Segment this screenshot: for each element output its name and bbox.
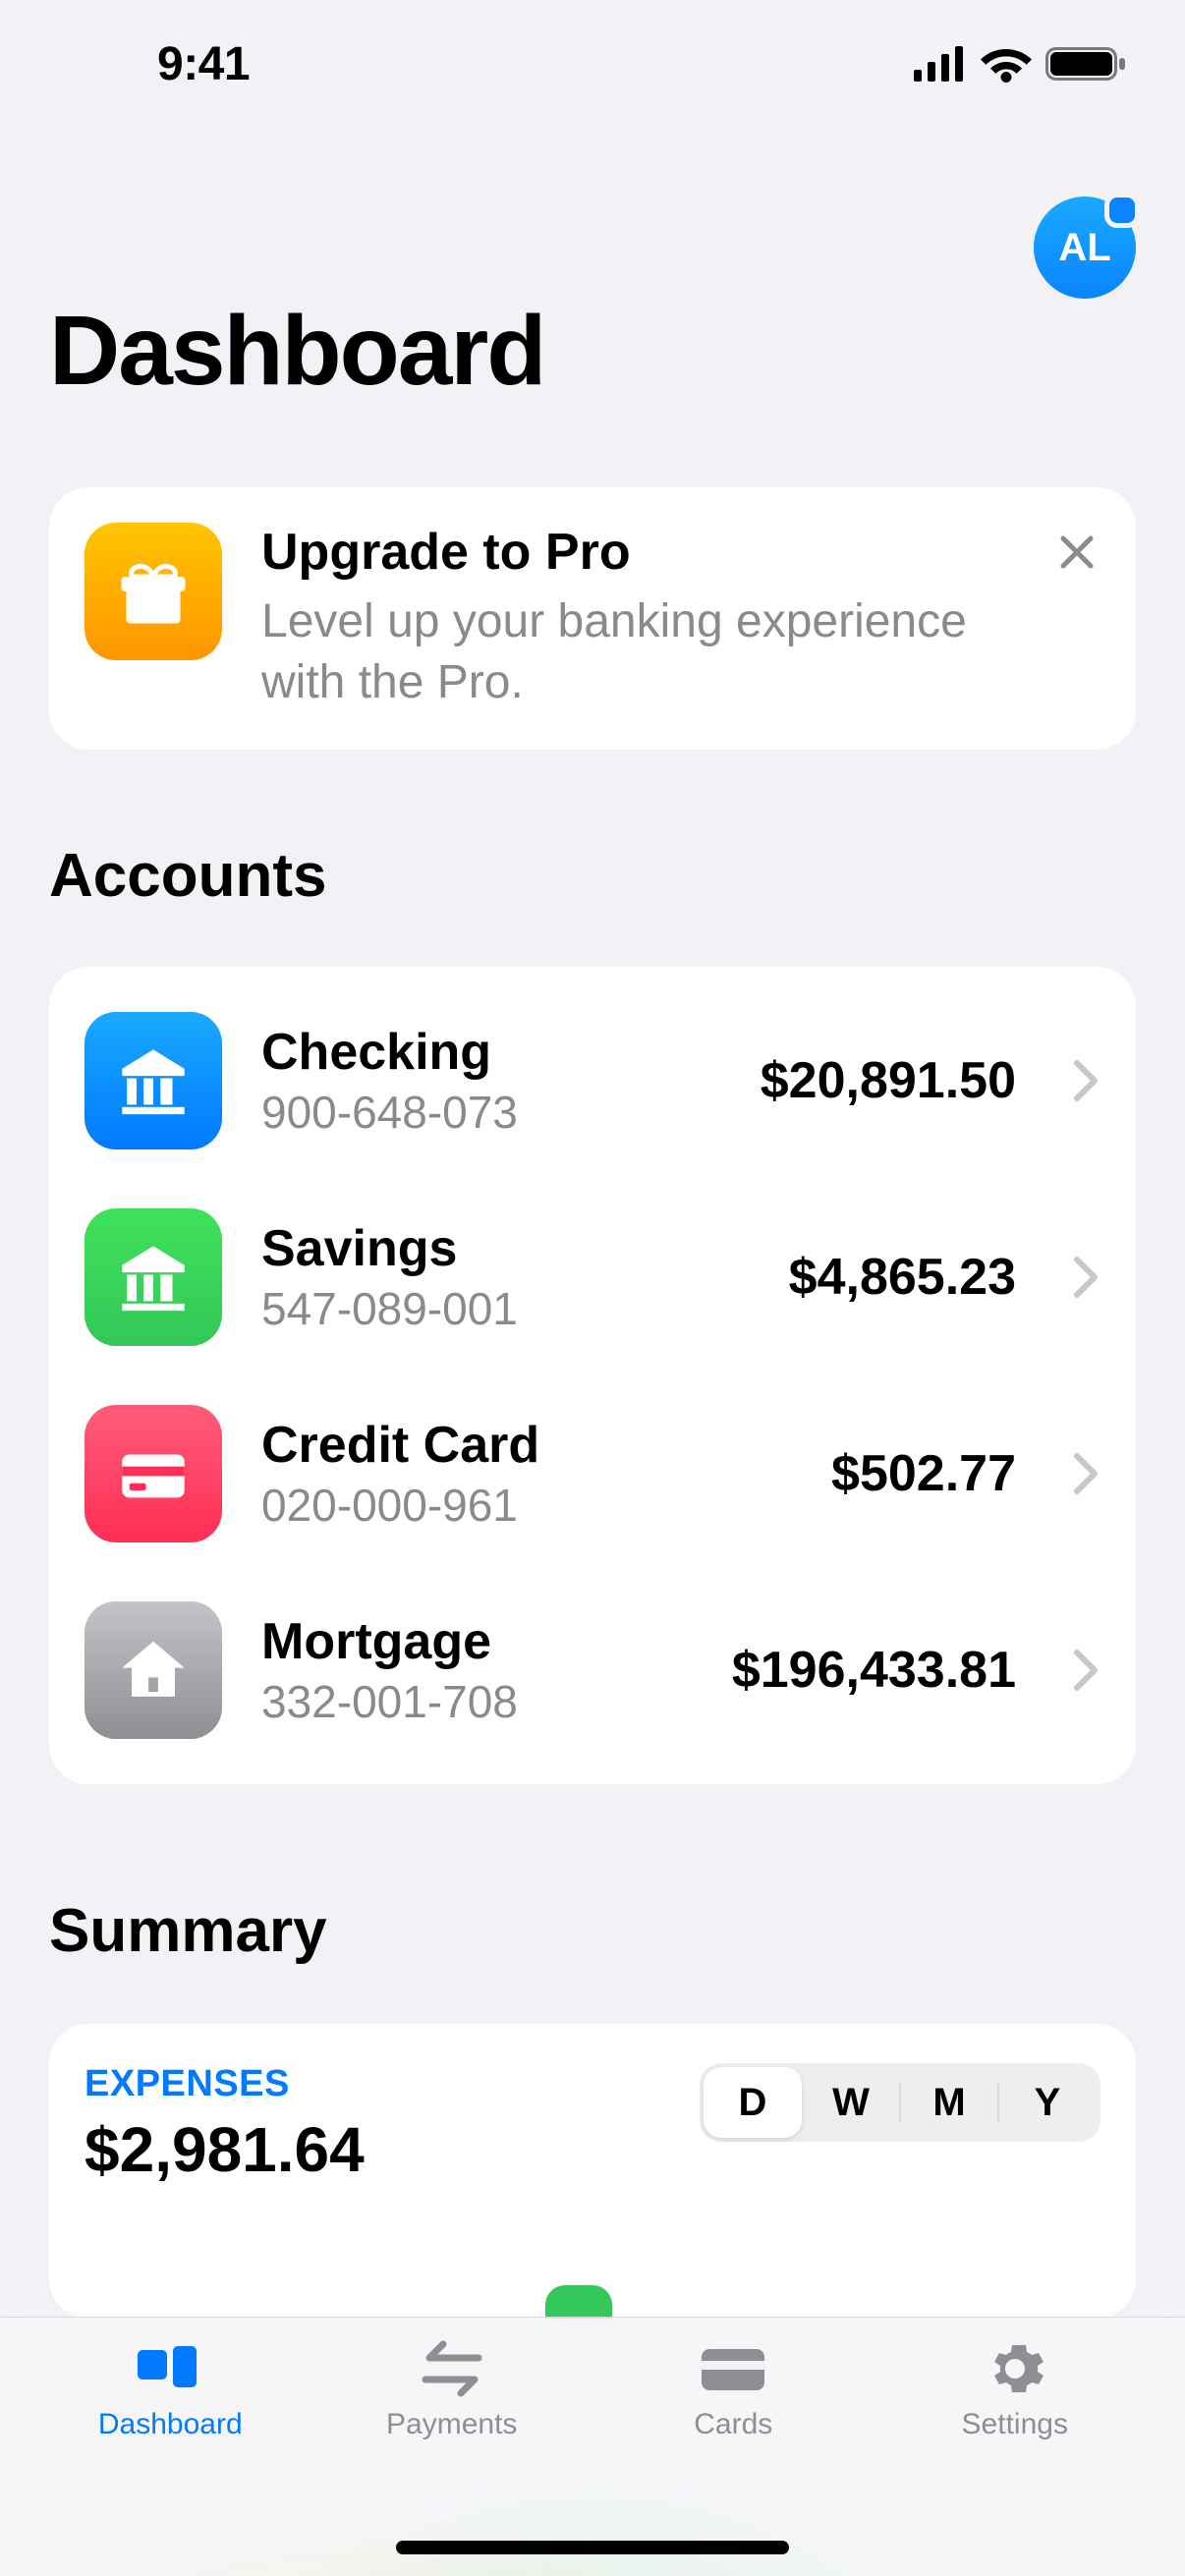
cellular-signal-icon <box>914 46 967 82</box>
account-balance: $4,865.23 <box>789 1248 1016 1307</box>
cards-icon <box>698 2339 768 2398</box>
tab-label: Payments <box>386 2408 517 2441</box>
status-time: 9:41 <box>157 37 250 91</box>
account-row-savings[interactable]: Savings 547-089-001 $4,865.23 <box>49 1179 1136 1375</box>
promo-title: Upgrade to Pro <box>261 523 1014 582</box>
account-name: Checking <box>261 1023 721 1082</box>
chevron-right-icon <box>1073 1452 1100 1495</box>
tab-label: Cards <box>694 2408 772 2441</box>
accounts-section-title: Accounts <box>49 841 326 911</box>
status-bar: 9:41 <box>0 0 1185 118</box>
summary-card: EXPENSES $2,981.64 D W M Y <box>49 2024 1136 2319</box>
accounts-list: Checking 900-648-073 $20,891.50 Savings … <box>49 967 1136 1784</box>
chevron-right-icon <box>1073 1649 1100 1692</box>
bank-icon <box>85 1012 222 1149</box>
chevron-right-icon <box>1073 1059 1100 1102</box>
page-title: Dashboard <box>49 295 1136 408</box>
tab-settings[interactable]: Settings <box>875 2339 1157 2576</box>
gear-icon <box>986 2339 1044 2398</box>
account-number: 332-001-708 <box>261 1675 693 1728</box>
home-indicator[interactable] <box>396 2541 789 2554</box>
period-segmented-control[interactable]: D W M Y <box>700 2063 1100 2142</box>
house-icon <box>85 1601 222 1739</box>
transfer-icon <box>420 2339 484 2398</box>
chevron-right-icon <box>1073 1256 1100 1299</box>
gift-icon <box>85 523 222 660</box>
summary-section-title: Summary <box>49 1896 327 1966</box>
account-number: 547-089-001 <box>261 1282 750 1335</box>
segment-day[interactable]: D <box>704 2067 802 2138</box>
chart-bar-peek <box>545 2285 612 2319</box>
credit-card-icon <box>85 1405 222 1542</box>
account-balance: $502.77 <box>831 1444 1016 1503</box>
bank-icon <box>85 1208 222 1346</box>
account-name: Savings <box>261 1219 750 1278</box>
upgrade-promo-card[interactable]: Upgrade to Pro Level up your banking exp… <box>49 487 1136 750</box>
tab-label: Dashboard <box>98 2408 243 2441</box>
account-number: 020-000-961 <box>261 1479 792 1532</box>
account-balance: $196,433.81 <box>732 1641 1016 1700</box>
segment-month[interactable]: M <box>900 2067 998 2138</box>
account-row-credit[interactable]: Credit Card 020-000-961 $502.77 <box>49 1375 1136 1572</box>
close-icon[interactable] <box>1053 529 1100 576</box>
promo-text: Upgrade to Pro Level up your banking exp… <box>261 523 1014 714</box>
account-balance: $20,891.50 <box>761 1051 1016 1110</box>
tab-label: Settings <box>962 2408 1068 2441</box>
status-icons <box>914 45 1126 83</box>
header: AL Dashboard <box>0 167 1185 408</box>
avatar[interactable]: AL <box>1034 196 1136 299</box>
battery-icon <box>1045 45 1126 83</box>
segment-year[interactable]: Y <box>998 2067 1097 2138</box>
promo-subtitle: Level up your banking experience with th… <box>261 591 1014 714</box>
tab-bar: Dashboard Payments Cards Settings <box>0 2317 1185 2576</box>
tab-dashboard[interactable]: Dashboard <box>29 2339 311 2576</box>
account-row-mortgage[interactable]: Mortgage 332-001-708 $196,433.81 <box>49 1572 1136 1768</box>
account-row-checking[interactable]: Checking 900-648-073 $20,891.50 <box>49 982 1136 1179</box>
dashboard-icon <box>134 2339 206 2398</box>
account-number: 900-648-073 <box>261 1086 721 1139</box>
account-name: Mortgage <box>261 1612 693 1671</box>
segment-week[interactable]: W <box>802 2067 900 2138</box>
account-name: Credit Card <box>261 1416 792 1475</box>
wifi-icon <box>981 45 1032 83</box>
